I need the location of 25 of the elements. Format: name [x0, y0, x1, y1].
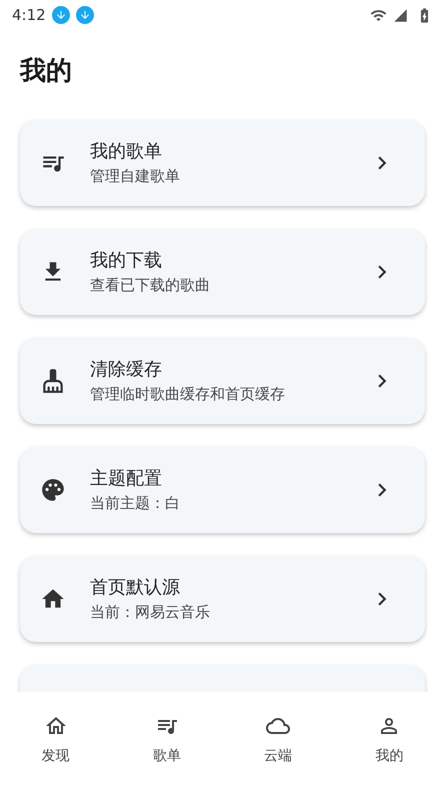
card-subtitle: 当前：网易云音乐 [90, 602, 211, 623]
card-title: 我的下载 [90, 249, 163, 273]
status-time: 4:12 [12, 4, 46, 26]
page-title: 我的 [20, 55, 73, 88]
signal-icon [393, 8, 408, 22]
card-title: 我的歌单 [90, 140, 163, 164]
settings-card[interactable]: 清除缓存 管理临时歌曲缓存和首页缓存 [20, 338, 425, 424]
card-title: 主题配置 [90, 467, 163, 491]
settings-card[interactable]: 我的下载 查看已下载的歌曲 [20, 229, 425, 315]
card-subtitle: 管理临时歌曲缓存和首页缓存 [90, 384, 286, 405]
nav-tab[interactable]: 我的 [334, 714, 445, 774]
settings-card[interactable]: 我的歌单 管理自建歌单 [20, 120, 425, 206]
settings-card[interactable]: 首页默认源 当前：网易云音乐 [20, 556, 425, 642]
settings-card[interactable]: 主题配置 当前主题：白 [20, 447, 425, 533]
download-notification-icon [52, 6, 70, 24]
nav-tab[interactable]: 歌单 [111, 714, 222, 774]
card-subtitle: 管理自建歌单 [90, 166, 181, 187]
nav-tab[interactable]: 云端 [222, 714, 334, 774]
card-title: 清除缓存 [90, 358, 163, 382]
nav-tab[interactable]: 发现 [0, 714, 112, 774]
card-subtitle: 当前主题：白 [90, 493, 181, 514]
palette-icon [40, 477, 66, 503]
card-subtitle: 查看已下载的歌曲 [90, 275, 211, 296]
card-title: 首页默认源 [90, 576, 181, 600]
download-notification-icon [76, 6, 94, 24]
